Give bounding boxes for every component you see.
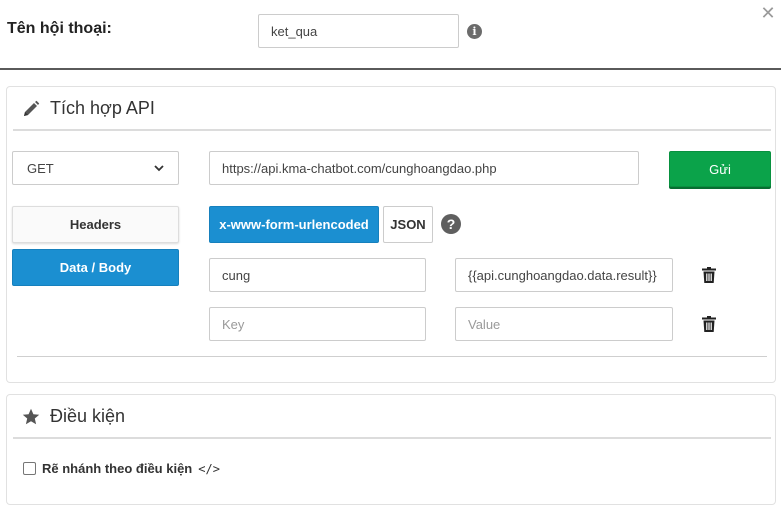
- tab-data-body[interactable]: Data / Body: [12, 249, 179, 286]
- key-input[interactable]: [209, 258, 426, 292]
- format-urlencoded-button[interactable]: x-www-form-urlencoded: [209, 206, 379, 243]
- pencil-icon: [22, 100, 40, 118]
- send-button[interactable]: Gửi: [669, 151, 771, 187]
- value-input[interactable]: [455, 307, 673, 341]
- header-divider: [0, 68, 781, 70]
- api-panel-title-text: Tích hợp API: [50, 98, 155, 118]
- trash-icon[interactable]: [702, 267, 716, 283]
- method-select-value: GET: [27, 160, 54, 176]
- chevron-down-icon: [154, 165, 164, 172]
- method-select[interactable]: GET: [12, 151, 179, 185]
- condition-panel-title: Điều kiện: [22, 406, 125, 427]
- star-icon: [22, 408, 40, 426]
- condition-panel-title-text: Điều kiện: [50, 406, 126, 426]
- help-icon[interactable]: ?: [441, 214, 461, 234]
- info-icon[interactable]: i: [467, 24, 482, 39]
- branch-condition-label: Rẽ nhánh theo điều kiện: [42, 461, 193, 476]
- condition-panel-separator: [13, 437, 771, 439]
- close-icon[interactable]: ✕: [760, 4, 776, 22]
- url-input[interactable]: [209, 151, 639, 185]
- api-panel-separator: [13, 129, 771, 131]
- conversation-name-input[interactable]: [258, 14, 459, 48]
- conversation-name-label: Tên hội thoại:: [7, 20, 112, 37]
- format-json-button[interactable]: JSON: [383, 206, 433, 243]
- api-panel-bottom-separator: [17, 356, 767, 357]
- api-integration-panel: Tích hợp API GET Gửi Headers Data / Body…: [6, 86, 776, 383]
- value-input[interactable]: [455, 258, 673, 292]
- tab-headers[interactable]: Headers: [12, 206, 179, 243]
- condition-panel: Điều kiện Rẽ nhánh theo điều kiện </>: [6, 394, 776, 505]
- key-input[interactable]: [209, 307, 426, 341]
- branch-condition-row[interactable]: Rẽ nhánh theo điều kiện </>: [23, 461, 220, 476]
- branch-condition-checkbox[interactable]: [23, 462, 36, 475]
- code-icon: </>: [198, 461, 220, 476]
- trash-icon[interactable]: [702, 316, 716, 332]
- api-panel-title: Tích hợp API: [22, 98, 155, 119]
